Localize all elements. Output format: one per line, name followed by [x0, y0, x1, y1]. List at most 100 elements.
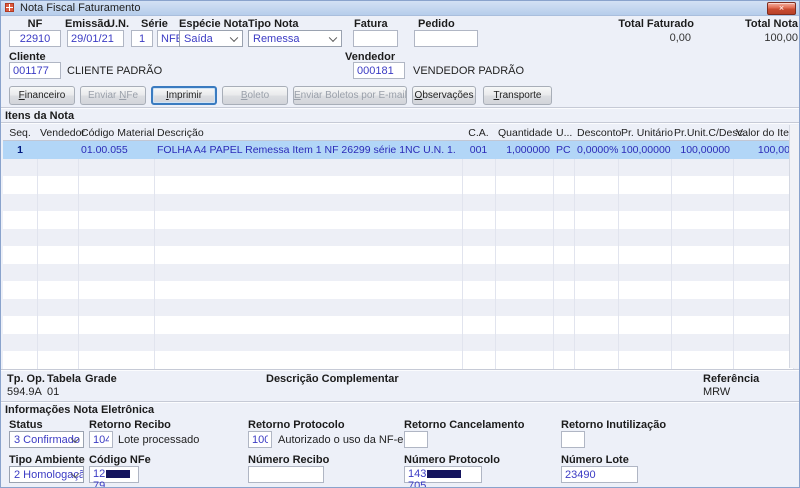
empty-cell[interactable] — [78, 333, 155, 351]
empty-cell[interactable] — [462, 263, 496, 281]
empty-cell[interactable] — [733, 193, 794, 211]
empty-cell[interactable] — [462, 176, 496, 194]
empty-cell[interactable] — [574, 228, 619, 246]
retorno-protocolo-input[interactable] — [248, 431, 272, 448]
retorno-cancelamento-input[interactable] — [404, 431, 428, 448]
empty-cell[interactable] — [733, 281, 794, 299]
empty-cell[interactable] — [618, 298, 672, 316]
cell-desconto[interactable]: 0,0000% — [574, 140, 618, 159]
empty-row[interactable] — [3, 158, 794, 176]
empty-cell[interactable] — [671, 158, 734, 176]
numero-recibo-input[interactable] — [248, 466, 324, 483]
empty-cell[interactable] — [495, 281, 554, 299]
empty-cell[interactable] — [671, 298, 734, 316]
retorno-recibo-input[interactable] — [89, 431, 113, 448]
col-desconto[interactable]: Desconto — [574, 125, 621, 141]
empty-cell[interactable] — [574, 246, 619, 264]
col-ca[interactable]: C.A. — [462, 125, 495, 141]
empty-cell[interactable] — [462, 281, 496, 299]
empty-cell[interactable] — [553, 298, 575, 316]
cell-codigo[interactable]: 01.00.055 — [78, 140, 154, 159]
empty-cell[interactable] — [154, 246, 463, 264]
empty-cell[interactable] — [37, 263, 79, 281]
empty-cell[interactable] — [462, 228, 496, 246]
empty-cell[interactable] — [671, 176, 734, 194]
empty-cell[interactable] — [3, 263, 38, 281]
empty-cell[interactable] — [154, 316, 463, 334]
empty-cell[interactable] — [574, 333, 619, 351]
empty-row[interactable] — [3, 228, 794, 246]
empty-cell[interactable] — [733, 228, 794, 246]
empty-cell[interactable] — [671, 193, 734, 211]
cell-ca[interactable]: 001 — [462, 140, 495, 159]
tipo-ambiente-select[interactable]: 2 Homologação — [9, 466, 84, 483]
empty-cell[interactable] — [462, 211, 496, 229]
empty-cell[interactable] — [553, 176, 575, 194]
empty-cell[interactable] — [78, 211, 155, 229]
empty-cell[interactable] — [78, 263, 155, 281]
cell-valor[interactable]: 100,00 — [733, 140, 793, 159]
empty-row[interactable] — [3, 211, 794, 229]
empty-row[interactable] — [3, 176, 794, 194]
empty-cell[interactable] — [553, 316, 575, 334]
empty-cell[interactable] — [3, 193, 38, 211]
vendedor-code-input[interactable] — [353, 62, 405, 79]
tipo-nota-select[interactable]: Remessa — [248, 30, 342, 47]
numero-protocolo-field[interactable]: 143705 — [404, 466, 482, 487]
empty-cell[interactable] — [553, 211, 575, 229]
empty-cell[interactable] — [618, 263, 672, 281]
empty-cell[interactable] — [495, 333, 554, 351]
empty-cell[interactable] — [3, 158, 38, 176]
empty-cell[interactable] — [553, 281, 575, 299]
empty-cell[interactable] — [618, 211, 672, 229]
empty-cell[interactable] — [671, 263, 734, 281]
empty-row[interactable] — [3, 351, 794, 369]
empty-cell[interactable] — [78, 316, 155, 334]
empty-cell[interactable] — [733, 176, 794, 194]
fatura-input[interactable] — [353, 30, 398, 47]
empty-cell[interactable] — [618, 158, 672, 176]
empty-cell[interactable] — [618, 176, 672, 194]
empty-row[interactable] — [3, 281, 794, 299]
col-quantidade[interactable]: Quantidade — [495, 125, 553, 141]
empty-cell[interactable] — [733, 246, 794, 264]
empty-cell[interactable] — [495, 193, 554, 211]
empty-cell[interactable] — [3, 333, 38, 351]
status-select[interactable]: 3 Confirmado — [9, 431, 84, 448]
empty-cell[interactable] — [671, 246, 734, 264]
empty-cell[interactable] — [495, 263, 554, 281]
un-input[interactable] — [131, 30, 153, 47]
empty-cell[interactable] — [733, 333, 794, 351]
empty-cell[interactable] — [733, 298, 794, 316]
empty-cell[interactable] — [618, 246, 672, 264]
empty-cell[interactable] — [733, 158, 794, 176]
empty-cell[interactable] — [671, 333, 734, 351]
empty-cell[interactable] — [37, 351, 79, 369]
empty-cell[interactable] — [574, 351, 619, 369]
empty-cell[interactable] — [618, 193, 672, 211]
empty-cell[interactable] — [574, 176, 619, 194]
boleto-button[interactable]: Boleto — [222, 86, 288, 105]
numero-lote-input[interactable] — [561, 466, 638, 483]
empty-cell[interactable] — [37, 281, 79, 299]
empty-cell[interactable] — [574, 193, 619, 211]
empty-cell[interactable] — [574, 263, 619, 281]
empty-cell[interactable] — [154, 193, 463, 211]
empty-cell[interactable] — [37, 333, 79, 351]
enviar-boletos-email-button[interactable]: Enviar Boletos por E-mail — [293, 86, 407, 105]
empty-cell[interactable] — [618, 281, 672, 299]
empty-cell[interactable] — [78, 351, 155, 369]
empty-cell[interactable] — [37, 298, 79, 316]
pedido-input[interactable] — [414, 30, 478, 47]
empty-cell[interactable] — [618, 351, 672, 369]
empty-row[interactable] — [3, 193, 794, 211]
especie-nota-select[interactable]: Saída — [179, 30, 243, 47]
empty-cell[interactable] — [37, 211, 79, 229]
empty-cell[interactable] — [3, 281, 38, 299]
item-row-selected[interactable]: 1 01.00.055 FOLHA A4 PAPEL Remessa Item … — [3, 140, 793, 159]
empty-cell[interactable] — [37, 158, 79, 176]
empty-row[interactable] — [3, 246, 794, 264]
empty-cell[interactable] — [3, 298, 38, 316]
empty-cell[interactable] — [671, 228, 734, 246]
empty-cell[interactable] — [462, 246, 496, 264]
